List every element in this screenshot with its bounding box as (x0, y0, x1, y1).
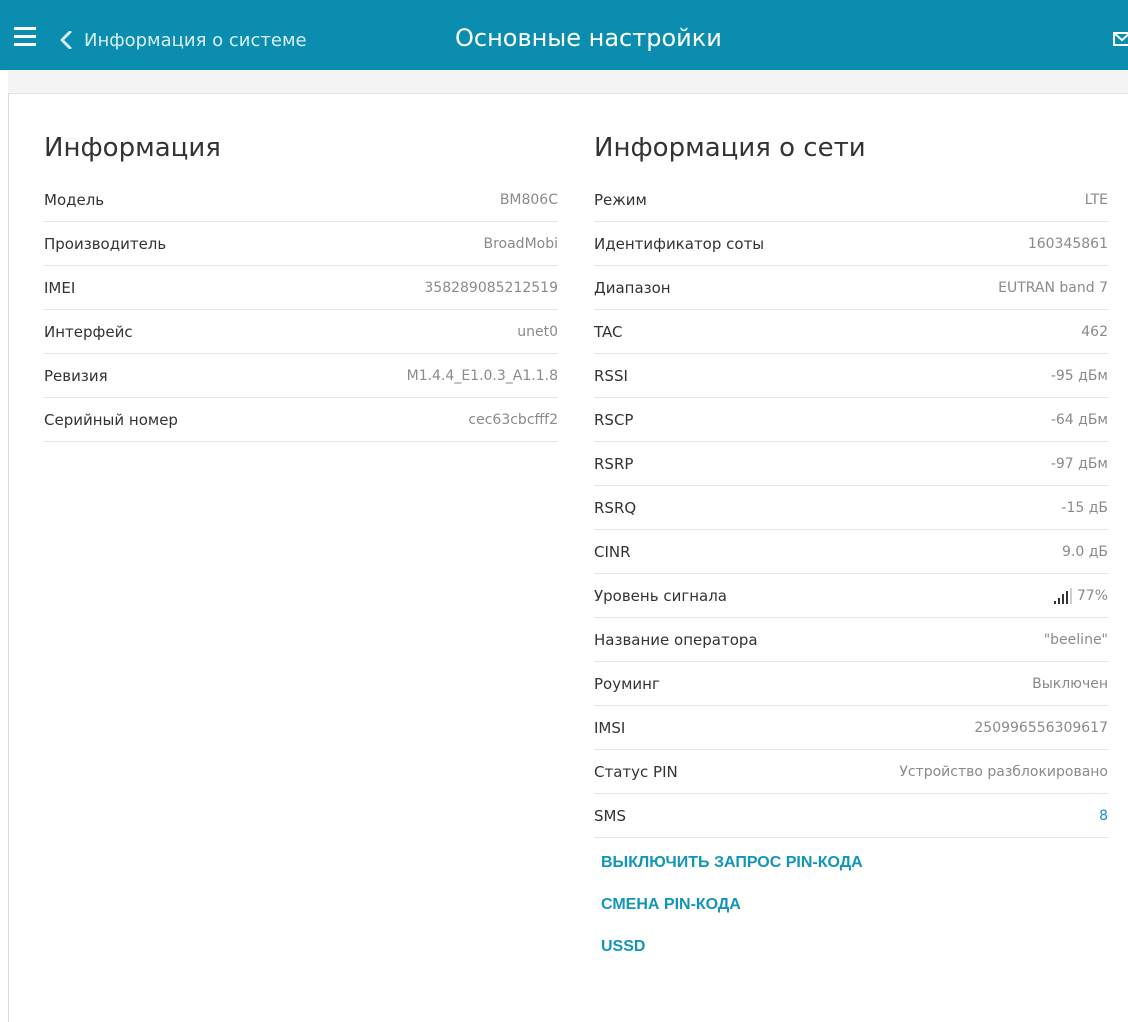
network-section-title: Информация о сети (594, 133, 866, 163)
network-row-label: Уровень сигнала (594, 586, 727, 605)
network-row-value: -64 дБм (1050, 411, 1108, 428)
network-row-value: 250996556309617 (974, 719, 1108, 736)
info-row-label: Ревизия (44, 366, 108, 385)
info-row-label: Интерфейс (44, 322, 133, 341)
network-row-operator-name: Название оператора "beeline" (594, 618, 1108, 662)
ussd-button[interactable]: USSD (601, 926, 1108, 968)
network-row-label: CINR (594, 542, 631, 561)
network-row-roaming: Роуминг Выключен (594, 662, 1108, 706)
info-row-label: Серийный номер (44, 410, 178, 429)
page: Информация о системе Основные настройки … (0, 0, 1128, 1022)
info-section-title: Информация (44, 133, 221, 163)
network-row-rssi: RSSI -95 дБм (594, 354, 1108, 398)
network-row-value: Устройство разблокировано (899, 763, 1108, 780)
network-row-value: -95 дБм (1050, 367, 1108, 384)
signal-indicator: 77% (1053, 587, 1108, 604)
network-row-label: RSRP (594, 454, 634, 473)
top-bar: Информация о системе Основные настройки (0, 0, 1128, 70)
content-left-border (8, 93, 9, 1022)
info-list: Модель BM806C Производитель BroadMobi IM… (44, 178, 558, 442)
network-row-cinr: CINR 9.0 дБ (594, 530, 1108, 574)
network-row-value: 77% (1076, 587, 1108, 604)
network-row-label: Идентификатор соты (594, 234, 765, 253)
network-row-value: 160345861 (1027, 235, 1108, 252)
info-row-model: Модель BM806C (44, 178, 558, 222)
back-link[interactable]: Информация о системе (58, 26, 307, 54)
page-title: Основные настройки (455, 24, 722, 52)
network-row-label: RSCP (594, 410, 634, 429)
info-row-manufacturer: Производитель BroadMobi (44, 222, 558, 266)
disable-pin-request-button[interactable]: ВЫКЛЮЧИТЬ ЗАПРОС PIN-КОДА (601, 842, 1108, 884)
info-row-value: cec63cbcfff2 (468, 411, 558, 428)
info-row-interface: Интерфейс unet0 (44, 310, 558, 354)
network-row-rscp: RSCP -64 дБм (594, 398, 1108, 442)
network-row-pin-status: Статус PIN Устройство разблокировано (594, 750, 1108, 794)
network-row-value: LTE (1084, 191, 1108, 208)
change-pin-button[interactable]: СМЕНА PIN-КОДА (601, 884, 1108, 926)
chevron-left-icon (60, 31, 72, 49)
mail-icon[interactable] (1113, 32, 1128, 46)
network-row-label: RSSI (594, 366, 628, 385)
network-list: Режим LTE Идентификатор соты 160345861 Д… (594, 178, 1108, 838)
network-row-imsi: IMSI 250996556309617 (594, 706, 1108, 750)
info-row-revision: Ревизия M1.4.4_E1.0.3_A1.1.8 (44, 354, 558, 398)
pin-actions: ВЫКЛЮЧИТЬ ЗАПРОС PIN-КОДА СМЕНА PIN-КОДА… (594, 838, 1108, 968)
info-row-value: BM806C (499, 191, 558, 208)
info-row-label: Производитель (44, 234, 167, 253)
network-row-value: EUTRAN band 7 (998, 279, 1108, 296)
network-row-value: -15 дБ (1061, 499, 1108, 516)
network-row-label: IMSI (594, 718, 626, 737)
network-row-label: Роуминг (594, 674, 660, 693)
network-row-value: "beeline" (1043, 631, 1108, 648)
info-row-label: IMEI (44, 278, 76, 297)
info-row-value: M1.4.4_E1.0.3_A1.1.8 (406, 367, 558, 384)
network-row-label: RSRQ (594, 498, 637, 517)
network-row-rsrq: RSRQ -15 дБ (594, 486, 1108, 530)
network-row-value: 9.0 дБ (1062, 543, 1108, 560)
network-row-band: Диапазон EUTRAN band 7 (594, 266, 1108, 310)
network-row-mode: Режим LTE (594, 178, 1108, 222)
network-row-label: Диапазон (594, 278, 671, 297)
network-row-rsrp: RSRP -97 дБм (594, 442, 1108, 486)
network-row-value: -97 дБм (1050, 455, 1108, 472)
signal-strength-icon (1053, 587, 1074, 604)
network-row-tac: TAC 462 (594, 310, 1108, 354)
network-row-signal-level: Уровень сигнала 77% (594, 574, 1108, 618)
info-row-label: Модель (44, 190, 105, 209)
network-row-label: Статус PIN (594, 762, 678, 781)
info-row-imei: IMEI 358289085212519 (44, 266, 558, 310)
network-section: Информация о сети Режим LTE Идентификато… (594, 128, 1108, 968)
back-link-label: Информация о системе (84, 29, 307, 51)
info-row-value: BroadMobi (483, 235, 558, 252)
hamburger-menu-icon[interactable] (12, 27, 42, 51)
sub-header-bar (8, 70, 1128, 94)
info-row-value: unet0 (517, 323, 558, 340)
network-row-cell-id: Идентификатор соты 160345861 (594, 222, 1108, 266)
network-row-label: Режим (594, 190, 647, 209)
network-row-label: SMS (594, 806, 626, 825)
network-row-value: Выключен (1032, 675, 1108, 692)
network-row-label: Название оператора (594, 630, 758, 649)
sms-count-link[interactable]: 8 (1099, 808, 1108, 824)
info-section: Информация Модель BM806C Производитель B… (44, 128, 558, 442)
network-row-label: TAC (594, 322, 623, 341)
info-row-serial-number: Серийный номер cec63cbcfff2 (44, 398, 558, 442)
info-row-value: 358289085212519 (424, 279, 558, 296)
network-row-sms: SMS 8 (594, 794, 1108, 838)
network-row-value: 462 (1081, 323, 1108, 340)
